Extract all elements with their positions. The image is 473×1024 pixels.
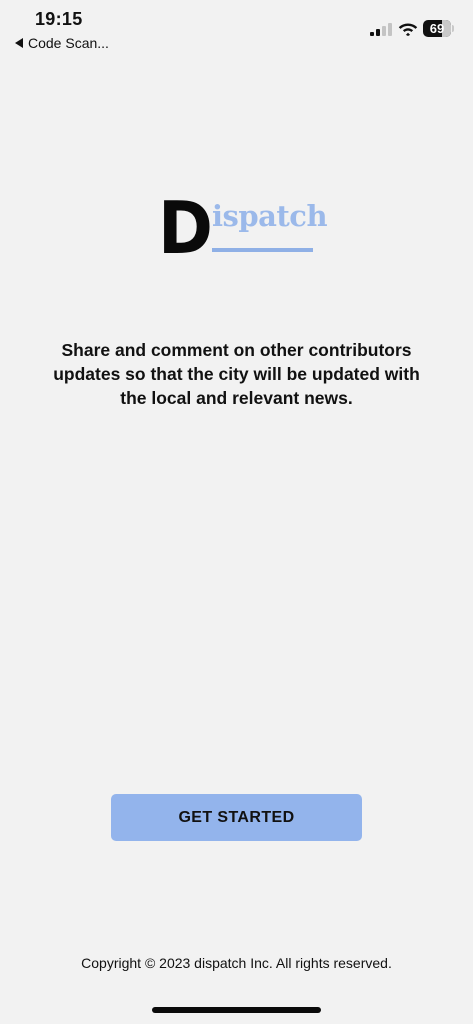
status-bar: 19:15 Code Scan... 69 — [0, 0, 473, 60]
get-started-button[interactable]: GET STARTED — [111, 794, 362, 841]
copyright-notice: Copyright © 2023 dispatch Inc. All right… — [81, 955, 392, 971]
home-indicator[interactable] — [152, 1007, 321, 1013]
onboarding-tagline: Share and comment on other contributors … — [53, 340, 420, 408]
dispatch-logo: D ispatch — [158, 188, 328, 268]
back-arrow-icon — [15, 38, 23, 48]
logo-initial: D — [158, 186, 213, 270]
logo-underline — [212, 248, 313, 252]
battery-icon: 69 — [423, 20, 455, 37]
battery-level: 69 — [429, 21, 445, 36]
back-to-app-link[interactable]: Code Scan... — [15, 35, 109, 51]
logo-wordmark: ispatch — [212, 199, 328, 233]
back-app-label: Code Scan... — [28, 35, 109, 51]
wifi-icon — [398, 23, 418, 36]
status-time: 19:15 — [35, 9, 83, 29]
cellular-signal-icon — [370, 23, 392, 36]
